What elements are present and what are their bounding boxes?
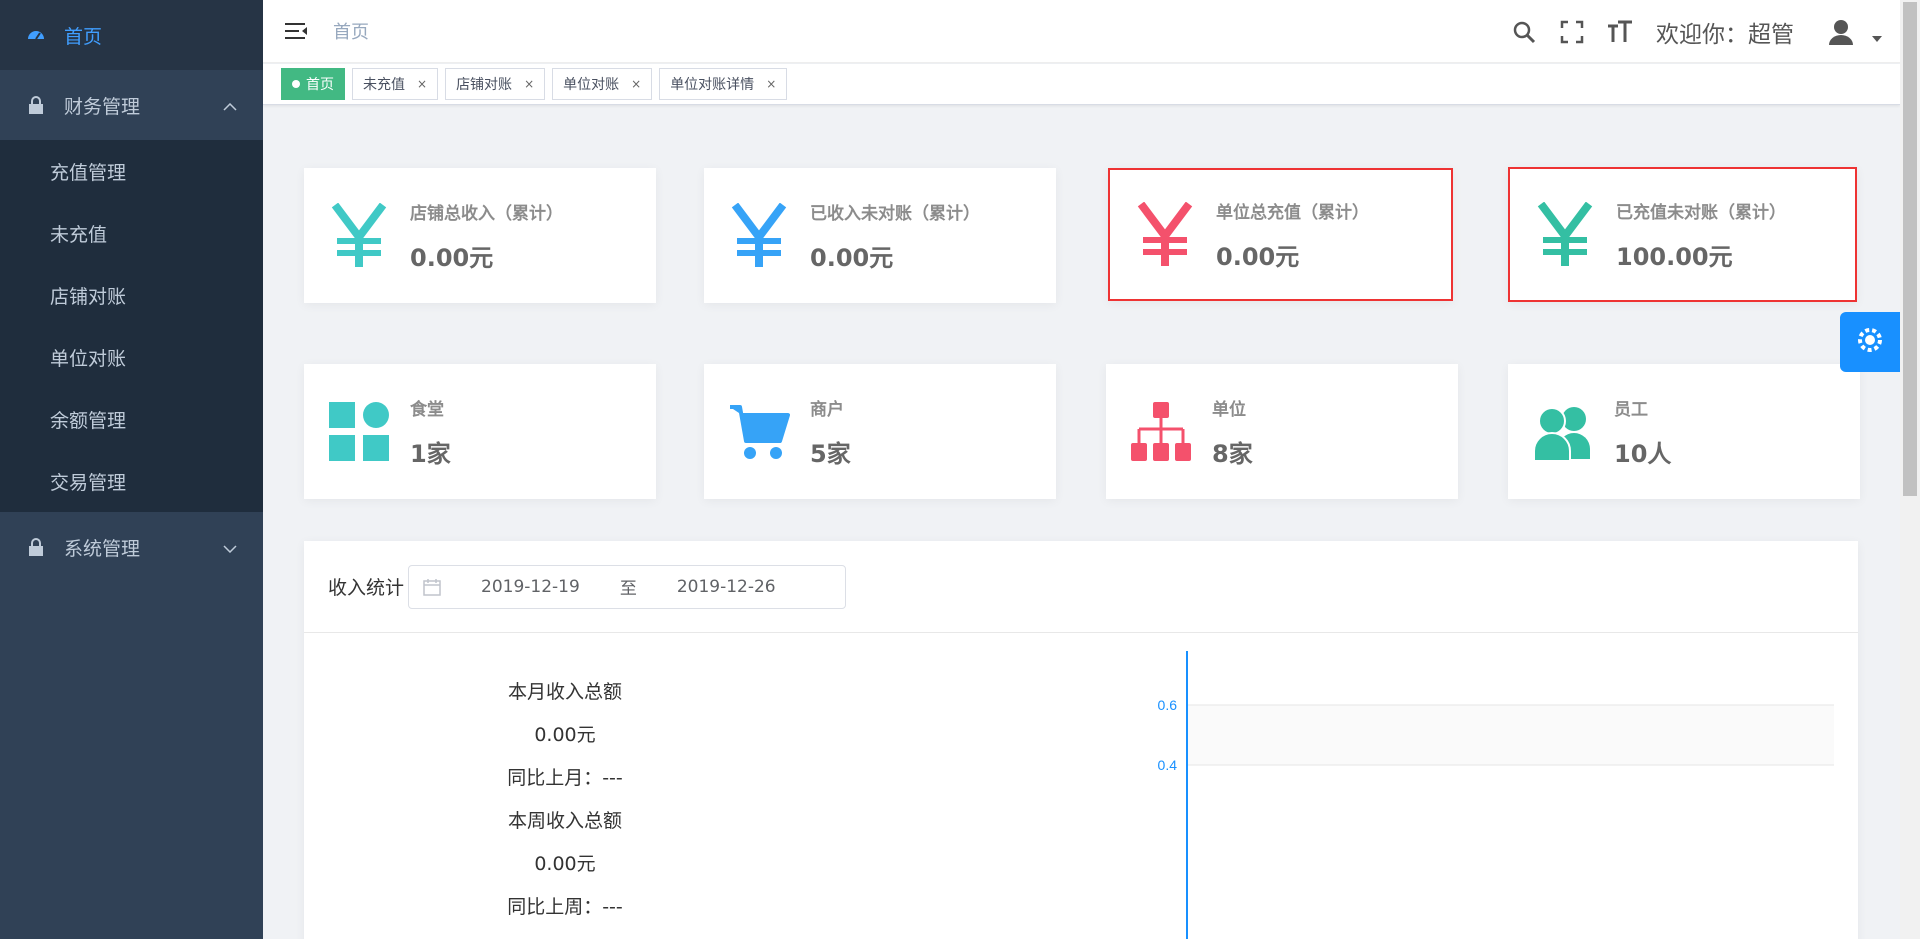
card-recharged-unreconciled[interactable]: 已充值未对账（累计） 100.00元: [1508, 167, 1857, 302]
card-shop-income[interactable]: 店铺总收入（累计） 0.00元: [304, 168, 656, 303]
sidebar-item-label: 系统管理: [64, 537, 141, 560]
sidebar-item-recharge[interactable]: 充值管理: [0, 140, 263, 202]
tag-label: 首页: [306, 77, 334, 93]
sidebar-submenu-finance: 充值管理 未充值 店铺对账 单位对账 余额管理 交易管理: [0, 140, 263, 512]
close-icon[interactable]: ×: [631, 77, 641, 91]
week-compare: 同比上周：---: [507, 896, 623, 918]
month-income-label: 本月收入总额: [507, 681, 622, 703]
sidebar-item-system[interactable]: 系统管理: [0, 512, 263, 582]
stats-title: 收入统计: [328, 577, 405, 599]
avatar[interactable]: [1824, 15, 1858, 49]
sidebar-item-label: 财务管理: [64, 95, 141, 118]
lock-icon: [24, 93, 48, 117]
card-employees[interactable]: 员工 10人: [1508, 364, 1860, 499]
top-navbar: 首页 欢迎你：超管: [263, 0, 1900, 63]
card-label: 已充值未对账（累计）: [1616, 202, 1786, 223]
caret-down-icon[interactable]: [1872, 35, 1882, 42]
month-compare: 同比上月：---: [507, 767, 623, 789]
y-tick-label: 0.4: [1158, 757, 1178, 773]
sidebar: 首页 财务管理 充值管理 未充值 店铺对账 单位对账 余额管理 交易管理 系统管…: [0, 0, 263, 939]
yen-icon: [1130, 200, 1200, 270]
card-units[interactable]: 单位 8家: [1106, 364, 1458, 499]
card-value: 0.00元: [1216, 242, 1300, 271]
income-summary: 本月收入总额 0.00元 同比上月：--- 本周收入总额 0.00元 同比上周：…: [400, 671, 730, 929]
week-income-value: 0.00元: [534, 853, 596, 875]
card-unreconciled-income[interactable]: 已收入未对账（累计） 0.00元: [704, 168, 1056, 303]
chart-band: [1187, 705, 1834, 765]
shopping-cart-icon: [724, 397, 794, 467]
income-stats-panel: 收入统计 2019-12-19 至 2019-12-26 本月收入总额 0.00…: [304, 541, 1858, 939]
sidebar-item-shop-reconcile[interactable]: 店铺对账: [0, 264, 263, 326]
close-icon[interactable]: ×: [417, 77, 427, 91]
gear-icon: [1855, 325, 1885, 359]
date-separator: 至: [619, 579, 637, 599]
sidebar-item-finance[interactable]: 财务管理: [0, 70, 263, 140]
date-range-picker[interactable]: 2019-12-19 至 2019-12-26: [408, 564, 847, 609]
end-date-input[interactable]: 2019-12-26: [677, 577, 776, 597]
search-icon[interactable]: [1510, 18, 1538, 46]
yen-icon: [724, 201, 794, 271]
org-tree-icon: [1126, 397, 1196, 467]
card-value: 100.00元: [1616, 242, 1733, 271]
card-label: 店铺总收入（累计）: [410, 203, 563, 224]
card-label: 商户: [810, 399, 844, 420]
calendar-icon: [423, 578, 441, 596]
breadcrumb[interactable]: 首页: [333, 18, 369, 44]
sidebar-item-balance[interactable]: 余额管理: [0, 388, 263, 450]
card-label: 单位: [1212, 399, 1246, 420]
sidebar-item-label: 首页: [64, 25, 103, 48]
yen-icon: [324, 201, 394, 271]
menu-toggle-icon[interactable]: [283, 20, 309, 42]
card-value: 8家: [1212, 439, 1253, 468]
card-label: 员工: [1614, 399, 1648, 420]
y-tick-label: 0.8: [1158, 651, 1178, 653]
close-icon[interactable]: ×: [766, 77, 776, 91]
tag-label: 店铺对账: [456, 77, 513, 93]
tag-shop-reconcile[interactable]: 店铺对账 ×: [445, 68, 546, 100]
chevron-down-icon: [223, 536, 237, 558]
card-label: 已收入未对账（累计）: [810, 203, 980, 224]
users-icon: [1528, 397, 1598, 467]
scrollbar-thumb[interactable]: [1903, 2, 1917, 496]
week-income-label: 本周收入总额: [507, 810, 622, 832]
sidebar-item-transactions[interactable]: 交易管理: [0, 450, 263, 512]
sidebar-item-home[interactable]: 首页: [0, 0, 263, 70]
settings-button[interactable]: [1840, 312, 1900, 372]
tags-view: 首页 未充值 × 店铺对账 × 单位对账 × 单位对账详情 ×: [263, 64, 1900, 105]
yen-icon: [1530, 200, 1600, 270]
tag-not-recharged[interactable]: 未充值 ×: [352, 68, 439, 100]
card-merchants[interactable]: 商户 5家: [704, 364, 1056, 499]
card-value: 0.00元: [810, 243, 894, 272]
font-size-icon[interactable]: [1606, 18, 1634, 46]
sidebar-item-not-recharged[interactable]: 未充值: [0, 202, 263, 264]
card-unit-total-recharge[interactable]: 单位总充值（累计） 0.00元: [1108, 168, 1453, 301]
tag-home[interactable]: 首页: [281, 68, 345, 100]
tag-unit-reconcile-detail[interactable]: 单位对账详情 ×: [659, 68, 788, 100]
card-value: 5家: [810, 439, 851, 468]
canteen-grid-icon: [324, 397, 394, 467]
tag-label: 未充值: [363, 77, 405, 93]
card-value: 1家: [410, 439, 451, 468]
y-tick-label: 0.6: [1158, 697, 1178, 713]
income-chart: 10.80.60.4: [1158, 651, 1834, 939]
tag-unit-reconcile[interactable]: 单位对账 ×: [552, 68, 653, 100]
card-value: 0.00元: [410, 243, 494, 272]
chevron-up-icon: [223, 94, 237, 116]
tag-label: 单位对账: [563, 77, 620, 93]
fullscreen-icon[interactable]: [1558, 18, 1586, 46]
scrollbar[interactable]: [1900, 0, 1920, 939]
card-value: 10人: [1614, 439, 1672, 468]
dashboard-icon: [24, 23, 48, 47]
sidebar-item-unit-reconcile[interactable]: 单位对账: [0, 326, 263, 388]
card-label: 单位总充值（累计）: [1216, 202, 1369, 223]
tag-label: 单位对账详情: [670, 77, 755, 93]
start-date-input[interactable]: 2019-12-19: [481, 577, 580, 597]
card-label: 食堂: [410, 399, 444, 420]
lock-icon: [24, 535, 48, 559]
welcome-text: 欢迎你：超管: [1656, 21, 1794, 48]
active-dot-icon: [292, 80, 300, 88]
month-income-value: 0.00元: [534, 724, 596, 746]
card-canteen[interactable]: 食堂 1家: [304, 364, 656, 499]
close-icon[interactable]: ×: [524, 77, 534, 91]
